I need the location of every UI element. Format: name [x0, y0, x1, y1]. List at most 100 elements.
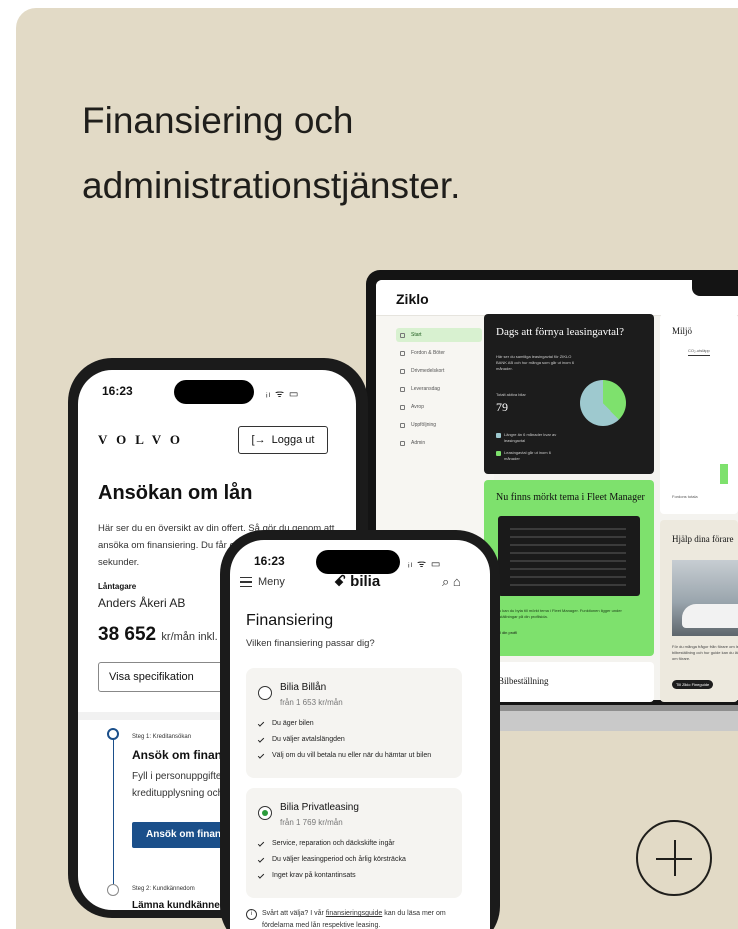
header-actions: ⌕ ⌂	[442, 574, 461, 590]
bilia-logo-icon: ꗃ	[334, 573, 351, 590]
fineguide-button[interactable]: Till Ziklo Fineguide	[672, 680, 714, 689]
dark-theme-panel: Nu finns mörkt tema i Fleet Manager Nu k…	[484, 480, 654, 656]
bilia-logo-text: bilia	[350, 573, 381, 590]
sidebar-item-delivery[interactable]: Leveransdag	[396, 382, 482, 396]
document-icon	[400, 404, 405, 410]
sidebar-item-fuel-cards[interactable]: Drivmedelskort	[396, 364, 482, 378]
legend-expiring: Leasingavtal går ut inom 6 månader	[496, 450, 566, 462]
option-title: Bilia Billån	[280, 682, 327, 693]
sidebar-item-admin[interactable]: Admin	[396, 436, 482, 450]
search-icon[interactable]: ⌕	[442, 574, 449, 589]
renewal-total-label: Totalt aktiva bilar	[496, 392, 526, 397]
option-feature: Service, reparation och däckskifte ingår	[257, 840, 395, 847]
check-icon	[257, 872, 265, 879]
order-panel: Bilbeställning	[484, 662, 654, 702]
feature-text: Du äger bilen	[272, 720, 314, 727]
check-icon	[257, 752, 265, 759]
renewal-text: Här ser du samtliga leasingavtal för ZIK…	[496, 354, 575, 371]
renewal-total-value: 79	[496, 400, 508, 414]
logout-label: Logga ut	[271, 434, 315, 446]
calendar-icon	[400, 386, 405, 392]
dark-theme-title: Nu finns mörkt tema i Fleet Manager	[496, 492, 645, 503]
sidebar-item-orders[interactable]: Avrop	[396, 400, 482, 414]
info-text-pre: Svårt att välja? I vår	[262, 910, 326, 917]
option-feature: Du äger bilen	[257, 720, 314, 727]
step1-label: Steg 1: Kreditansökan	[132, 734, 192, 740]
sidebar-item-label: Avrop	[411, 404, 424, 410]
environment-footer: Fordons totala	[672, 494, 698, 499]
status-icons: ᵢₗ ᯤ ▭	[266, 389, 300, 400]
help-panel: Hjälp dina förare För du många frågor fr…	[660, 520, 738, 702]
feature-text: Inget krav på kontantinsats	[272, 872, 356, 879]
check-icon	[257, 856, 265, 863]
hero-card: Finansiering och administrationstjänster…	[16, 8, 738, 929]
step-progress-line	[113, 734, 114, 884]
financing-info: Svårt att välja? I vår finansieringsguid…	[246, 908, 470, 929]
logout-button[interactable]: [→ Logga ut	[238, 426, 328, 454]
borrower-name: Anders Åkeri AB	[98, 596, 186, 610]
feature-text: Du väljer avtalslängden	[272, 736, 345, 743]
option-price: från 1 653 kr/mån	[280, 698, 343, 707]
option-privatleasing[interactable]: Bilia Privatleasing från 1 769 kr/mån Se…	[246, 788, 462, 898]
card-icon	[400, 368, 405, 374]
feature-text: Du väljer leasingperiod och årlig körstr…	[272, 856, 406, 863]
financing-guide-link[interactable]: finansieringsguide	[326, 910, 382, 917]
gear-icon	[400, 440, 405, 446]
page-title: Finansiering	[246, 612, 334, 629]
environment-panel: Miljö CO₂-utsläpp Fordons totala	[660, 314, 738, 514]
status-icons: ᵢₗ ᯤ ▭	[408, 559, 442, 570]
headline: Finansiering och administrationstjänster…	[82, 100, 461, 206]
check-icon	[257, 736, 265, 743]
check-icon	[257, 840, 265, 847]
laptop-base	[470, 705, 738, 731]
sidebar-item-label: Admin	[411, 440, 426, 446]
ziklo-logo: Ziklo	[396, 291, 429, 307]
sidebar-item-label: Start	[411, 332, 422, 338]
borrower-label: Låntagare	[98, 582, 137, 591]
leasing-pie-chart	[580, 380, 626, 426]
hamburger-icon	[240, 577, 252, 587]
help-text: För du många frågor från förare om leasi…	[672, 644, 738, 661]
expand-plus-button[interactable]	[636, 820, 712, 896]
status-time: 16:23	[254, 554, 285, 568]
status-time: 16:23	[102, 384, 133, 398]
option-feature: Du väljer avtalslängden	[257, 736, 345, 743]
dark-theme-text: Nu kan du byta till mörkt tema i Fleet M…	[496, 608, 622, 619]
menu-button[interactable]: Meny	[240, 576, 285, 588]
page-title: Ansökan om lån	[98, 482, 253, 504]
page-subtitle: Vilken finansiering passar dig?	[246, 638, 375, 649]
sidebar-item-label: Leveransdag	[411, 386, 440, 392]
bilia-phone-screen: 16:23 ᵢₗ ᯤ ▭ Meny ꗃ bilia ⌕ ⌂ Finansieri…	[230, 540, 490, 929]
sidebar-item-vehicles[interactable]: Fordon & Böter	[396, 346, 482, 360]
option-billan[interactable]: Bilia Billån från 1 653 kr/mån Du äger b…	[246, 668, 462, 778]
check-icon	[257, 720, 265, 727]
laptop-topbar: Ziklo	[376, 280, 738, 316]
logout-icon: [→	[251, 434, 266, 446]
laptop-camera-notch	[692, 280, 738, 296]
bilia-logo[interactable]: ꗃ bilia	[334, 573, 380, 590]
car-icon	[400, 350, 405, 356]
option-price: från 1 769 kr/mån	[280, 818, 343, 827]
renewal-title: Dags att förnya leasingavtal?	[496, 326, 624, 338]
menu-label: Meny	[258, 576, 285, 588]
help-title: Hjälp dina förare	[672, 534, 734, 544]
cart-icon[interactable]: ⌂	[453, 574, 461, 589]
step2-label: Steg 2: Kundkännedom	[132, 886, 195, 892]
radio-billan[interactable]	[258, 686, 272, 700]
co2-tab[interactable]: CO₂-utsläpp	[688, 348, 710, 356]
amount-value: 38 652	[98, 624, 157, 645]
dark-theme-screenshot	[498, 516, 640, 596]
renewal-panel: Dags att förnya leasingavtal? Här ser du…	[484, 314, 654, 474]
option-feature: Välj om du vill betala nu eller när du h…	[257, 752, 432, 759]
feature-text: Service, reparation och däckskifte ingår	[272, 840, 395, 847]
step2-indicator	[107, 884, 119, 896]
radio-privatleasing[interactable]	[258, 806, 272, 820]
sidebar-item-followup[interactable]: Uppföljning	[396, 418, 482, 432]
co2-bar	[720, 464, 728, 484]
option-title: Bilia Privatleasing	[280, 802, 359, 813]
option-feature: Du väljer leasingperiod och årlig körstr…	[257, 856, 406, 863]
dynamic-island	[174, 380, 254, 404]
feature-text: Välj om du vill betala nu eller när du h…	[272, 752, 432, 759]
chart-icon	[400, 422, 405, 428]
sidebar-item-start[interactable]: Start	[396, 328, 482, 342]
